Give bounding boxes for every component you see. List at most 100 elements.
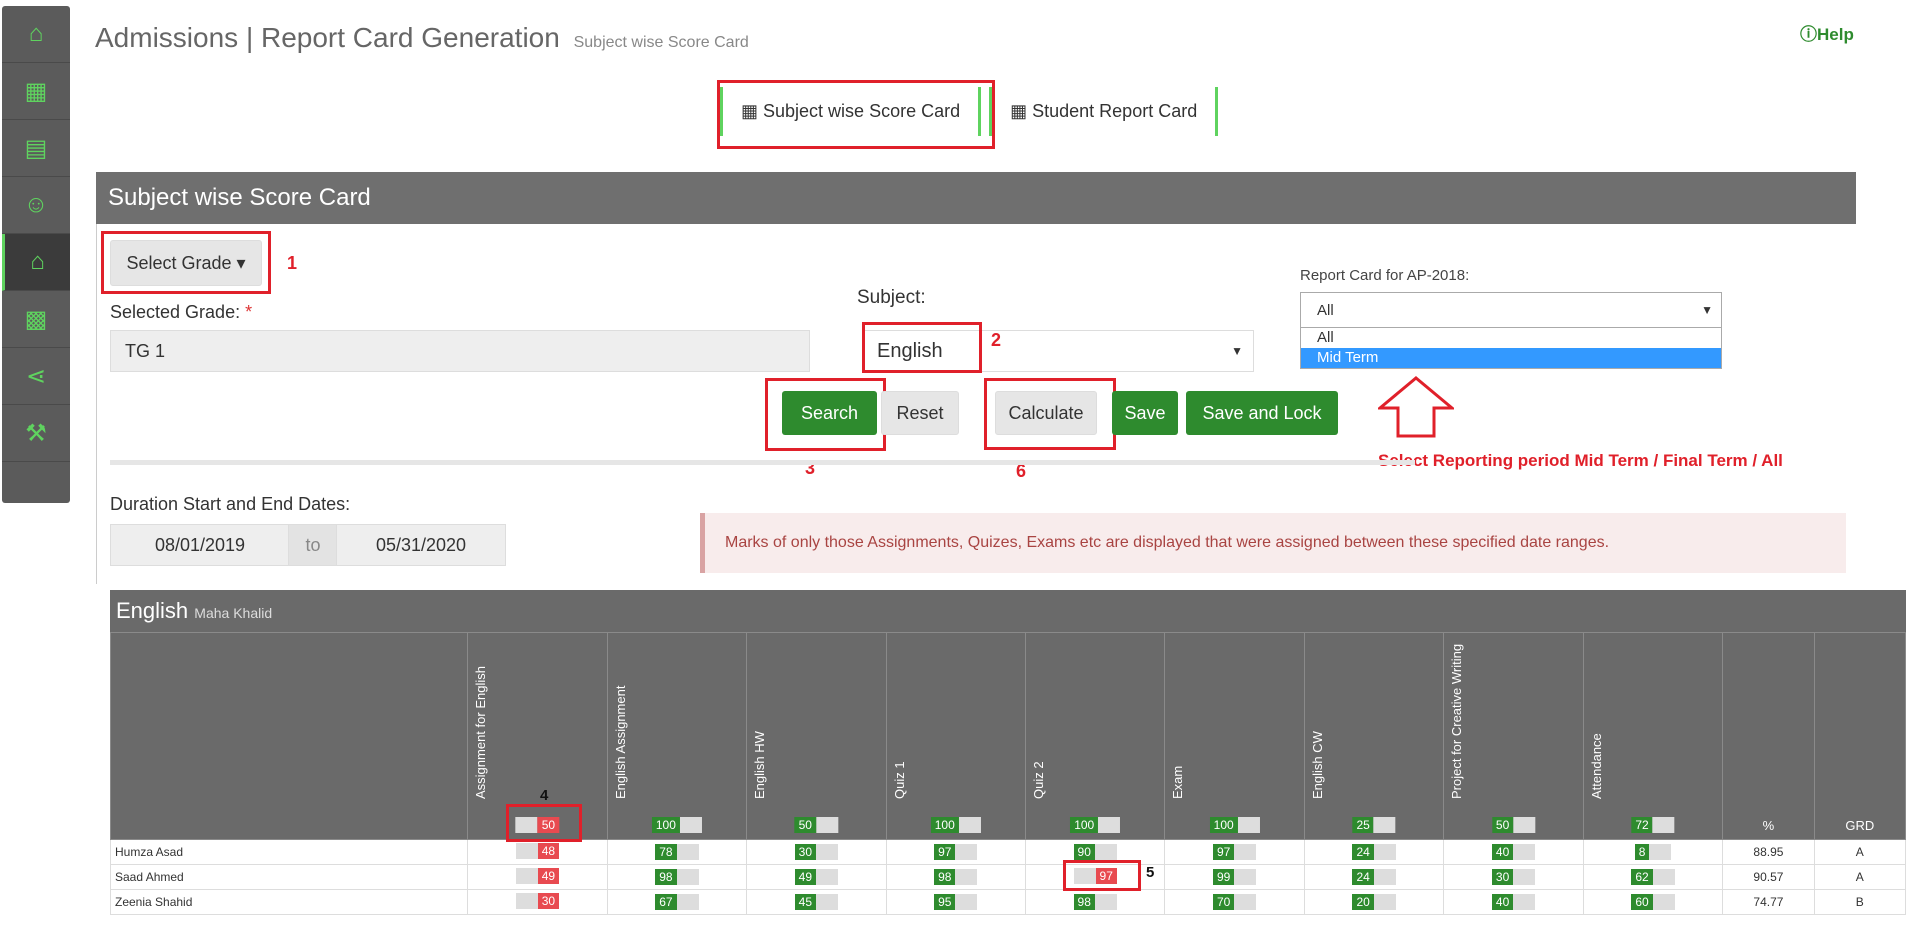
score-value: 60	[1631, 894, 1653, 910]
score-box: 30	[794, 844, 838, 860]
score-bar	[816, 869, 838, 885]
max-score-box: 72	[1631, 817, 1675, 833]
score-value: 98	[1073, 894, 1095, 910]
score-cell[interactable]: 97	[1164, 839, 1305, 865]
max-score-bar	[1513, 817, 1536, 833]
score-cell[interactable]: 97	[885, 839, 1027, 865]
annotation-number-1: 1	[287, 253, 298, 273]
score-cell[interactable]: 48	[467, 839, 608, 865]
start-date-field[interactable]: 08/01/2019	[110, 524, 290, 566]
score-box: 20	[1352, 894, 1396, 910]
max-score-bar	[1237, 817, 1260, 833]
score-cell[interactable]: 98	[606, 864, 748, 890]
score-box: 98	[1073, 894, 1117, 910]
score-bar	[515, 892, 538, 909]
tab-student-report-card[interactable]: ▦ Student Report Card	[989, 87, 1219, 136]
grade-header-label: GRD	[1845, 818, 1875, 833]
score-box: 99	[1213, 869, 1257, 885]
save-and-lock-button[interactable]: Save and Lock	[1186, 391, 1338, 435]
panel-title: Subject wise Score Card	[96, 172, 1856, 224]
score-cell[interactable]: 24	[1303, 864, 1445, 890]
max-score: 72	[1631, 817, 1653, 833]
score-box: 49	[515, 867, 560, 884]
score-cell[interactable]: 78	[606, 839, 748, 865]
max-score: 50	[794, 817, 816, 833]
score-box: 67	[655, 894, 699, 910]
score-box: 24	[1352, 844, 1396, 860]
selected-grade-field[interactable]: TG 1	[110, 330, 810, 372]
score-box: 90	[1073, 844, 1117, 860]
column-name: English HW	[752, 731, 768, 799]
score-cell[interactable]: 67	[606, 889, 748, 915]
score-cell[interactable]: 70	[1164, 889, 1305, 915]
annotation-number-5: 5	[1146, 864, 1155, 881]
option-all[interactable]: All	[1301, 328, 1721, 348]
table-header-row: Assignment for English 50 English Assignme…	[109, 632, 1907, 840]
score-cell[interactable]: 99	[1164, 864, 1305, 890]
score-cell[interactable]: 95	[885, 889, 1027, 915]
max-score-box: 25	[1352, 817, 1396, 833]
required-marker: *	[245, 302, 253, 322]
score-bar	[1652, 869, 1675, 885]
chevron-down-icon: ▼	[1701, 303, 1713, 317]
share-icon[interactable]: ⋖	[2, 348, 70, 405]
graduation-cap-icon[interactable]: ⌂	[2, 234, 70, 291]
save-button[interactable]: Save	[1112, 391, 1178, 435]
report-card-value: All	[1317, 301, 1334, 319]
reset-button[interactable]: Reset	[881, 391, 959, 435]
chevron-down-icon: ▼	[1231, 344, 1243, 358]
score-cell[interactable]: 30	[746, 839, 887, 865]
score-value: 24	[1352, 844, 1374, 860]
score-box: 97	[1213, 844, 1257, 860]
score-cell[interactable]: 20	[1303, 889, 1445, 915]
table-row: Zeenia Shahid 30 67 45 95 98 70 20 40 60 74.77 B	[109, 889, 1907, 915]
score-cell[interactable]: 8	[1582, 839, 1724, 865]
building-icon[interactable]: ▦	[2, 63, 70, 120]
score-box: 62	[1631, 869, 1675, 885]
report-card-dropdown[interactable]: All ▼ All Mid Term	[1300, 292, 1722, 369]
annotation-box	[717, 80, 995, 149]
column-name: Quiz 1	[891, 761, 907, 799]
annotation-box	[862, 322, 982, 373]
option-mid-term[interactable]: Mid Term	[1301, 348, 1721, 368]
annotation-box	[1063, 860, 1141, 891]
score-cell[interactable]: 60	[1582, 889, 1724, 915]
max-score-box: 100	[1070, 817, 1121, 833]
table-subject: English	[116, 598, 189, 623]
score-cell[interactable]: 98	[1024, 889, 1166, 915]
wrench-icon[interactable]: ⚒	[2, 405, 70, 462]
annotation-number-4: 4	[540, 787, 549, 804]
score-bar	[1649, 844, 1672, 860]
calculator-icon[interactable]: ▩	[2, 291, 70, 348]
report-card-select[interactable]: All ▼	[1300, 292, 1722, 328]
max-score-bar	[679, 817, 702, 833]
grade-value: A	[1813, 839, 1907, 865]
score-cell[interactable]: 45	[746, 889, 887, 915]
score-value: 30	[1491, 869, 1514, 885]
page-title-text: Admissions | Report Card Generation	[95, 22, 560, 53]
score-bar	[1513, 844, 1536, 860]
score-cell[interactable]: 62	[1582, 864, 1724, 890]
selected-grade-label: Selected Grade: *	[110, 302, 252, 323]
table-body: Humza Asad 48 78 30 97 90 97 24 40 8 88.95 A Saad Ah…	[109, 839, 1907, 915]
score-cell[interactable]: 40	[1443, 889, 1584, 915]
home-icon[interactable]: ⌂	[2, 6, 70, 63]
score-cell[interactable]: 49	[467, 864, 608, 890]
score-cell[interactable]: 49	[746, 864, 887, 890]
score-bar	[676, 869, 699, 885]
max-score-bar	[1098, 817, 1121, 833]
score-cell[interactable]: 98	[885, 864, 1027, 890]
end-date-field[interactable]: 05/31/2020	[336, 524, 506, 566]
score-cell[interactable]: 24	[1303, 839, 1445, 865]
score-cell[interactable]: 40	[1443, 839, 1584, 865]
score-cell[interactable]: 30	[467, 889, 608, 915]
calendar-icon[interactable]: ▤	[2, 120, 70, 177]
score-table-title: English Maha Khalid	[110, 590, 1906, 632]
selected-grade-text: Selected Grade:	[110, 302, 241, 322]
score-cell[interactable]: 30	[1443, 864, 1584, 890]
score-box: 98	[655, 869, 699, 885]
score-value: 49	[794, 869, 816, 885]
score-box: 48	[515, 842, 560, 859]
help-link[interactable]: ⓘHelp	[1800, 20, 1854, 45]
user-icon[interactable]: ☺	[2, 177, 70, 234]
